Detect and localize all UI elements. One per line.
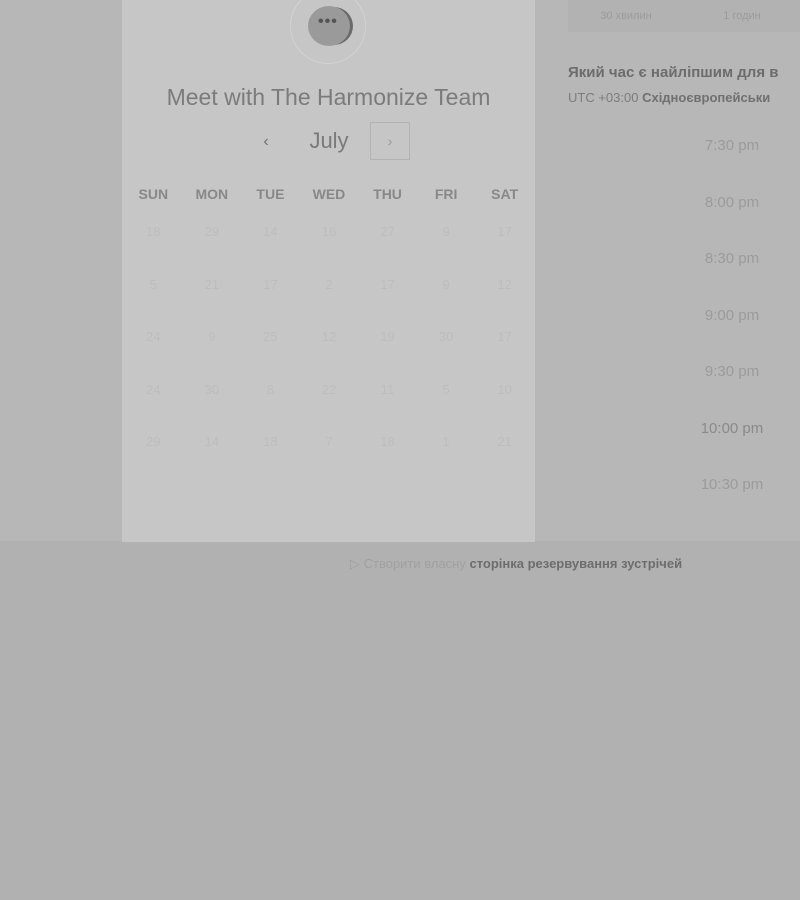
calendar-day: 8: [266, 381, 275, 397]
time-slot[interactable]: 10:00 pm: [664, 419, 800, 476]
calendar-day: 22: [321, 381, 337, 397]
weekday-label: THU: [373, 186, 402, 202]
weekday-header: SUN MON TUE WED THU FRI SAT: [124, 186, 534, 202]
time-slot[interactable]: 8:00 pm: [664, 193, 800, 250]
calendar-day: 16: [321, 224, 337, 239]
calendar-day: 30: [204, 381, 220, 397]
weekday-label: MON: [195, 186, 229, 202]
calendar-day: 5: [149, 276, 157, 292]
time-slot[interactable]: 9:30 pm: [664, 362, 800, 419]
calendar-day: 17: [497, 329, 512, 345]
time-question-heading: Який час є найліпшим для в: [568, 64, 779, 81]
calendar-day: 11: [380, 381, 395, 397]
timezone-name: Східноєвропейськи: [642, 90, 771, 105]
calendar-day: 5: [442, 381, 450, 397]
create-booking-page-link[interactable]: сторінка резервування зустрічей: [470, 556, 683, 571]
calendar-day: 12: [497, 276, 512, 292]
weekday-label: TUE: [256, 186, 285, 202]
calendar-day: 10: [497, 381, 512, 397]
page-title: Meet with The Harmonize Team: [166, 84, 491, 110]
calendar-day: 29: [146, 434, 161, 450]
weekday-label: SAT: [491, 186, 519, 202]
calendar-day: 9: [442, 276, 450, 292]
time-slot[interactable]: 9:00 pm: [664, 306, 800, 363]
previous-month-button[interactable]: ‹: [250, 126, 282, 158]
calendar-day: 29: [204, 224, 220, 239]
calendar-day: 21: [204, 276, 220, 292]
duration-tabs: 30 хвилин 1 годин: [568, 0, 800, 32]
calendar-day: 18: [146, 224, 161, 239]
weekday-label: WED: [312, 186, 346, 202]
time-slot[interactable]: 8:30 pm: [664, 249, 800, 306]
timezone-selector[interactable]: UTC +03:00 Східноєвропейськи: [568, 90, 770, 105]
time-slot[interactable]: 7:30 pm: [664, 136, 800, 193]
calendar-day: 25: [263, 329, 278, 345]
calendar-day: 18: [380, 434, 395, 450]
calendar-day: 24: [146, 381, 161, 397]
tab-1-hour[interactable]: 1 годин: [684, 0, 800, 32]
tab-30-minutes[interactable]: 30 хвилин: [568, 0, 684, 32]
calendar-grid: 18 29 14 16 27 9 17 5 21 17 2 17 9 12 24…: [124, 222, 534, 485]
calendar-day: 27: [380, 224, 395, 239]
calendar-day: 18: [263, 434, 278, 450]
weekday-label: FRI: [434, 186, 458, 202]
month-label: July: [309, 128, 349, 153]
calendar-day: 21: [497, 434, 512, 450]
calendar-day: 30: [438, 329, 454, 345]
weekday-label: SUN: [138, 186, 169, 202]
time-slot[interactable]: 10:30 pm: [664, 475, 800, 532]
calendar-day: 9: [208, 329, 216, 345]
calendar-day: 2: [325, 276, 333, 292]
calendar-day: 12: [321, 329, 337, 345]
next-month-button[interactable]: ›: [370, 122, 410, 160]
time-slot-list: 7:30 pm 8:00 pm 8:30 pm 9:00 pm 9:30 pm …: [664, 136, 800, 532]
footer-prefix: ▷ Створити власну: [350, 556, 466, 571]
calendar-day: 14: [263, 224, 278, 239]
calendar-day: 1: [442, 434, 450, 450]
calendar-day: 14: [204, 434, 220, 450]
calendar-day: 24: [146, 329, 161, 345]
calendar-day: 19: [380, 329, 395, 345]
calendar-day: 17: [263, 276, 278, 292]
calendar-day: 9: [442, 224, 450, 239]
calendar-day: 7: [325, 434, 333, 450]
create-booking-page-footer: ▷ Створити власну сторінка резервування …: [350, 556, 682, 572]
calendar-day: 17: [380, 276, 395, 292]
calendar-day: 17: [497, 224, 512, 239]
ellipsis-icon: •••: [318, 13, 338, 30]
timezone-offset: UTC +03:00: [568, 90, 639, 105]
